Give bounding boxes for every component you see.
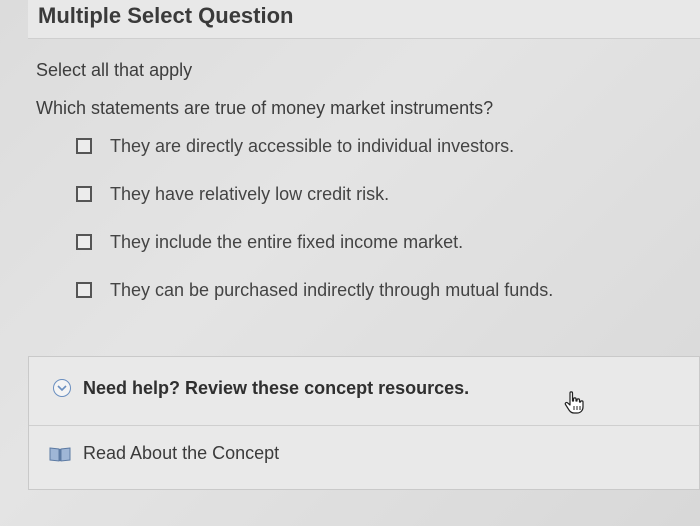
question-type-title: Multiple Select Question — [38, 3, 294, 28]
resource-label: Read About the Concept — [83, 443, 280, 463]
option-label: They are directly accessible to individu… — [110, 135, 515, 156]
book-icon — [49, 446, 71, 462]
option-checkbox[interactable] — [76, 186, 92, 202]
question-text: Which statements are true of money marke… — [36, 98, 494, 118]
hand-cursor-icon — [561, 389, 587, 415]
instruction-text: Select all that apply — [36, 60, 193, 80]
question-page: Multiple Select Question Select all that… — [0, 0, 700, 526]
chevron-down-circle-icon[interactable] — [53, 379, 71, 397]
option-checkbox[interactable] — [76, 282, 92, 298]
option-checkbox[interactable] — [76, 234, 92, 250]
option-item[interactable]: They are directly accessible to individu… — [76, 134, 553, 158]
options-list: They are directly accessible to individu… — [76, 134, 553, 326]
option-label: They have relatively low credit risk. — [110, 183, 390, 204]
option-item[interactable]: They include the entire fixed income mar… — [76, 230, 553, 254]
question-header: Multiple Select Question — [28, 0, 700, 39]
help-toggle[interactable]: Need help? Review these concept resource… — [29, 357, 699, 426]
option-label: They include the entire fixed income mar… — [110, 231, 464, 252]
option-item[interactable]: They can be purchased indirectly through… — [76, 278, 553, 302]
help-title: Need help? Review these concept resource… — [83, 378, 470, 398]
help-panel: Need help? Review these concept resource… — [28, 356, 700, 490]
option-label: They can be purchased indirectly through… — [110, 279, 554, 300]
option-checkbox[interactable] — [76, 138, 92, 154]
option-item[interactable]: They have relatively low credit risk. — [76, 182, 553, 206]
read-about-concept-link[interactable]: Read About the Concept — [49, 443, 279, 464]
